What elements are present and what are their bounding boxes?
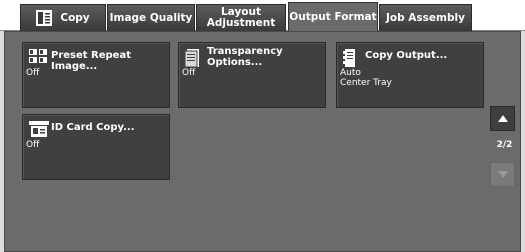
tab-layout-adjustment-label: Layout Adjustment (206, 6, 276, 29)
tab-output-format[interactable]: Output Format (288, 2, 378, 31)
copy-output-title: Copy Output... (365, 50, 448, 61)
copy-output-value: Auto Center Tray (340, 68, 392, 88)
tab-image-quality-label: Image Quality (109, 11, 193, 24)
tab-copy-label: Copy (60, 11, 90, 24)
tab-output-format-label: Output Format (289, 10, 377, 23)
preset-repeat-image-icon (29, 49, 47, 63)
tab-layout-adjustment[interactable]: Layout Adjustment (196, 4, 286, 31)
arrow-up-icon (497, 115, 508, 122)
preset-repeat-image-title: Preset Repeat Image... (51, 50, 131, 72)
id-card-copy-value: Off (26, 140, 40, 150)
scroll-up-button[interactable] (490, 106, 515, 131)
tab-bar: Copy Image Quality Layout Adjustment Out… (0, 0, 525, 31)
transparency-options-button[interactable]: Transparency Options... Off (178, 42, 326, 108)
page-indicator: 2/2 (496, 140, 513, 150)
tab-job-assembly[interactable]: Job Assembly (379, 4, 472, 31)
tab-copy[interactable]: Copy (20, 4, 106, 31)
copy-icon (36, 10, 53, 26)
tab-image-quality[interactable]: Image Quality (107, 4, 195, 31)
tab-job-assembly-label: Job Assembly (386, 11, 465, 24)
scroll-down-button[interactable] (490, 162, 515, 187)
transparency-options-icon (185, 49, 199, 67)
transparency-options-value: Off (182, 68, 196, 78)
copy-output-icon (343, 49, 355, 67)
id-card-copy-title: ID Card Copy... (51, 122, 135, 133)
id-card-copy-button[interactable]: ID Card Copy... Off (22, 114, 170, 180)
arrow-down-icon (497, 171, 508, 178)
preset-repeat-image-value: Off (26, 68, 40, 78)
preset-repeat-image-button[interactable]: Preset Repeat Image... Off (22, 42, 170, 108)
copy-output-button[interactable]: Copy Output... Auto Center Tray (336, 42, 484, 108)
transparency-options-title: Transparency Options... (207, 46, 283, 68)
id-card-copy-icon (29, 121, 49, 137)
